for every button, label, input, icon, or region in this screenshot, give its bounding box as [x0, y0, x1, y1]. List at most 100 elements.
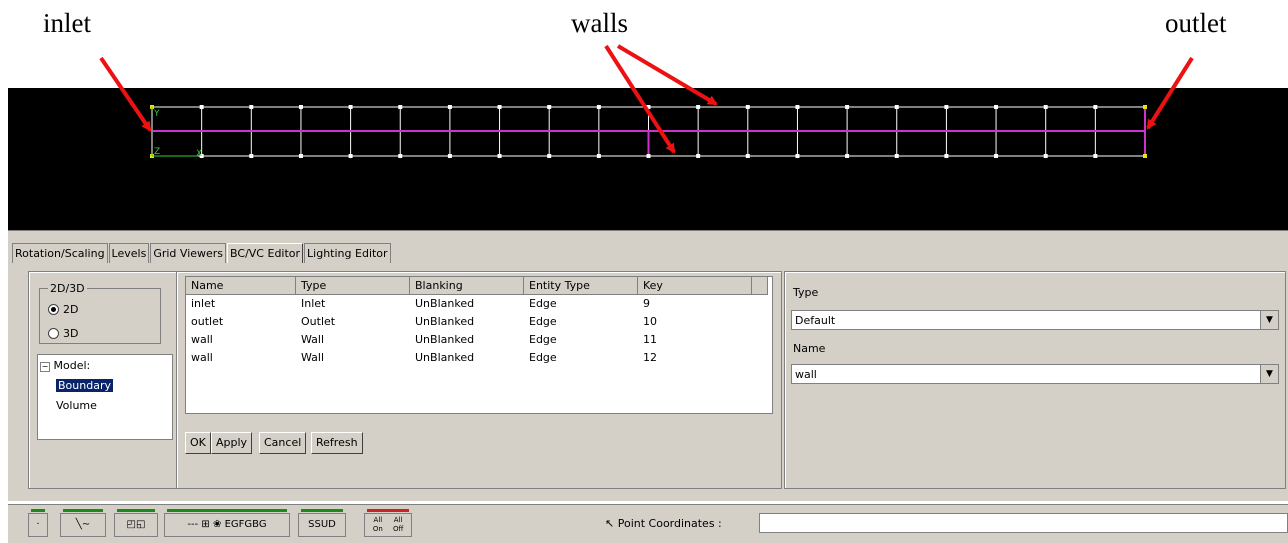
col-header-type[interactable]: Type [296, 277, 410, 295]
grid-node[interactable] [994, 105, 999, 109]
tree-item-boundary[interactable]: Boundary [56, 379, 113, 392]
point-coordinates-input[interactable] [759, 513, 1288, 533]
all-on-off-buttons[interactable]: All On All Off [364, 509, 412, 537]
grid-node[interactable] [894, 105, 899, 109]
col-header-name[interactable]: Name [186, 277, 296, 295]
cell-blanking: UnBlanked [415, 297, 475, 310]
grid-node[interactable] [894, 154, 899, 158]
tab-rotation-scaling[interactable]: Rotation/Scaling [12, 243, 108, 263]
grid-viewport[interactable]: Y X Z [8, 88, 1288, 230]
bg-label: BG [252, 519, 267, 530]
name-select[interactable]: wall ▼ [791, 364, 1279, 384]
grid-node[interactable] [1093, 105, 1098, 109]
cell-entity-type: Edge [529, 297, 557, 310]
cancel-button[interactable]: Cancel [259, 432, 307, 454]
grid-node[interactable] [447, 154, 452, 158]
grid-node[interactable] [1093, 154, 1098, 158]
grid-node[interactable] [994, 154, 999, 158]
grid-node[interactable] [1043, 154, 1048, 158]
cell-type: Wall [301, 351, 325, 364]
grid-node[interactable] [696, 154, 701, 158]
grid-node[interactable] [646, 154, 651, 158]
grid-node[interactable] [646, 105, 651, 109]
cursor-arrow-icon: ↖ [605, 517, 615, 530]
grid-node[interactable] [795, 105, 800, 109]
type-select[interactable]: Default ▼ [791, 310, 1279, 330]
grid-node[interactable] [1043, 105, 1048, 109]
col-header-spacer [752, 277, 768, 295]
tab-lighting-editor[interactable]: Lighting Editor [304, 243, 391, 263]
axis-icon: Y X Z [151, 107, 202, 159]
grid-node[interactable] [944, 105, 949, 109]
tree-item-boundary-label: Boundary [56, 379, 113, 392]
name-select-value: wall [795, 368, 817, 381]
tree-root[interactable]: − Model: [40, 359, 90, 372]
grid-node[interactable] [398, 154, 403, 158]
grid-node[interactable] [497, 154, 502, 158]
chevron-down-icon[interactable]: ▼ [1260, 311, 1278, 329]
col-header-entity-type[interactable]: Entity Type [524, 277, 638, 295]
model-pane: 2D/3D 2D 3D − Model: Boundary Volume [28, 271, 178, 489]
grid-node[interactable] [745, 154, 750, 158]
grid-node[interactable] [944, 154, 949, 158]
grid-node[interactable] [795, 154, 800, 158]
grid-node[interactable] [1143, 154, 1147, 158]
inlet-annotation: inlet [43, 8, 91, 38]
table-row[interactable]: wall Wall UnBlanked Edge 12 [186, 351, 770, 367]
grid-node[interactable] [249, 105, 254, 109]
grid-node[interactable] [199, 105, 204, 109]
grid-node[interactable] [298, 105, 303, 109]
radio-3d[interactable]: 3D [48, 327, 78, 340]
grid-canvas[interactable]: Y X Z [8, 88, 1288, 230]
grid-node[interactable] [298, 154, 303, 158]
grid-node[interactable] [348, 105, 353, 109]
radio-2d[interactable]: 2D [48, 303, 78, 316]
col-header-key[interactable]: Key [638, 277, 752, 295]
grid-node[interactable] [447, 105, 452, 109]
table-row[interactable]: wall Wall UnBlanked Edge 11 [186, 333, 770, 349]
grid-node[interactable] [547, 154, 552, 158]
bc-table[interactable]: Name Type Blanking Entity Type Key inlet… [185, 276, 773, 414]
render-mode-buttons[interactable]: --- ⊞ ❀ EGFGBG [164, 509, 290, 537]
grid-node[interactable] [845, 105, 850, 109]
point-coordinates-label: ↖ Point Coordinates : [605, 517, 722, 530]
point-coordinates-text: Point Coordinates : [617, 517, 722, 530]
grid-node[interactable] [1143, 105, 1147, 109]
ok-button[interactable]: OK [185, 432, 211, 454]
ss-ud-buttons[interactable]: SSUD [298, 509, 346, 537]
tree-item-volume-label: Volume [56, 399, 97, 412]
apply-button[interactable]: Apply [211, 432, 253, 454]
grid-node[interactable] [497, 105, 502, 109]
grid-node[interactable] [845, 154, 850, 158]
grid-node[interactable] [249, 154, 254, 158]
line-style-buttons[interactable]: ╲∼ [60, 509, 106, 537]
tab-levels[interactable]: Levels [108, 243, 150, 263]
table-row[interactable]: outlet Outlet UnBlanked Edge 10 [186, 315, 770, 331]
point-toggle-button[interactable]: · [28, 509, 48, 537]
model-tree: − Model: Boundary Volume [37, 354, 173, 440]
ss-label: SS [308, 519, 321, 530]
grid-node[interactable] [596, 105, 601, 109]
tab-grid-viewers[interactable]: Grid Viewers [150, 243, 227, 263]
grid-node[interactable] [398, 105, 403, 109]
cell-type: Outlet [301, 315, 336, 328]
svg-text:X: X [196, 149, 202, 159]
col-header-blanking[interactable]: Blanking [410, 277, 524, 295]
table-row[interactable]: inlet Inlet UnBlanked Edge 9 [186, 297, 770, 313]
grid-node[interactable] [596, 154, 601, 158]
tab-bc-vc-editor[interactable]: BC/VC Editor [227, 243, 304, 263]
chevron-down-icon[interactable]: ▼ [1260, 365, 1278, 383]
dimension-group-label: 2D/3D [50, 282, 85, 295]
cell-name: wall [191, 351, 213, 364]
bc-list-pane: Name Type Blanking Entity Type Key inlet… [176, 271, 782, 489]
grid-node[interactable] [348, 154, 353, 158]
tree-item-volume[interactable]: Volume [56, 399, 97, 412]
refresh-button[interactable]: Refresh [311, 432, 363, 454]
grid-node[interactable] [696, 105, 701, 109]
collapse-icon[interactable]: − [40, 362, 50, 372]
view-mode-buttons[interactable]: ◰◱ [114, 509, 158, 537]
grid-node[interactable] [547, 105, 552, 109]
toolbar-bar: · ╲∼ ◰◱ --- ⊞ ❀ EGFGBG SSUD All On All O… [8, 504, 1288, 543]
grid-node[interactable] [745, 105, 750, 109]
radio-3d-label: 3D [63, 327, 79, 340]
